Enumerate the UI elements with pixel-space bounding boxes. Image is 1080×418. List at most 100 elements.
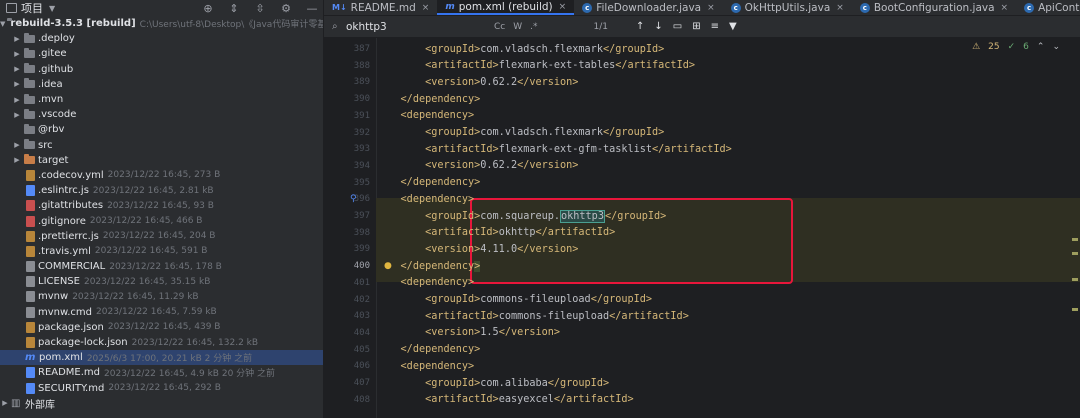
project-panel-header[interactable]: 项目 ▼ ⊕ ⇕ ⇳ ⚙ —: [0, 0, 323, 16]
code-line[interactable]: <artifactId> easyexcel </artifactId>: [376, 391, 1080, 408]
tree-file[interactable]: mvnw 2023/12/22 16:45, 11.29 kB: [0, 289, 323, 304]
code-line[interactable]: <dependency>: [376, 191, 1080, 208]
line-number[interactable]: 406: [324, 358, 376, 375]
tree-file[interactable]: package.json 2023/12/22 16:45, 439 B: [0, 320, 323, 335]
editor-tab[interactable]: c FileDownloader.java ×: [574, 0, 722, 15]
collapse-all-icon[interactable]: ⇳: [253, 1, 267, 15]
tree-file[interactable]: m pom.xml 2025/6/3 17:00, 20.21 kB 2 分钟 之前: [0, 350, 323, 366]
tree-file[interactable]: README.md 2023/12/22 16:45, 4.9 kB 20 分钟 …: [0, 365, 323, 380]
regex-toggle[interactable]: .*: [530, 22, 537, 32]
bulb-icon[interactable]: ●: [384, 261, 392, 271]
close-icon[interactable]: ×: [559, 2, 567, 12]
tree-file[interactable]: .codecov.yml 2023/12/22 16:45, 273 B: [0, 168, 323, 183]
minimize-icon[interactable]: —: [305, 1, 319, 15]
code-line[interactable]: <groupId> commons-fileupload </groupId>: [376, 291, 1080, 308]
line-number[interactable]: 408: [324, 391, 376, 408]
chevron-right-icon[interactable]: ▶: [12, 141, 22, 149]
gear-icon[interactable]: ⚙: [279, 1, 293, 15]
chevron-down-icon[interactable]: ▼: [49, 4, 55, 13]
chevron-down-icon[interactable]: ⌄: [1052, 42, 1060, 52]
line-number[interactable]: 403: [324, 308, 376, 325]
tree-file[interactable]: .travis.yml 2023/12/22 16:45, 591 B: [0, 244, 323, 259]
stripe-mark[interactable]: [1072, 308, 1078, 311]
search-input[interactable]: [346, 20, 486, 33]
editor-tab[interactable]: c OkHttpUtils.java ×: [723, 0, 852, 15]
chevron-right-icon[interactable]: ▶: [12, 111, 22, 119]
error-stripe[interactable]: [1070, 38, 1080, 418]
tree-folder[interactable]: ▶ .github: [0, 62, 323, 77]
code-line[interactable]: <artifactId> flexmark-ext-gfm-tasklist </a…: [376, 141, 1080, 158]
code-line[interactable]: <artifactId> okhttp </artifactId>: [376, 224, 1080, 241]
line-number[interactable]: 404: [324, 325, 376, 342]
line-number[interactable]: 402: [324, 291, 376, 308]
maven-dependency-icon[interactable]: ⚲: [350, 194, 357, 204]
tree-file[interactable]: COMMERCIAL 2023/12/22 16:45, 178 B: [0, 259, 323, 274]
whole-word-toggle[interactable]: W: [513, 22, 522, 32]
tree-folder[interactable]: ▶ src: [0, 138, 323, 153]
tree-folder[interactable]: ▶ target: [0, 153, 323, 168]
arrow-down-icon[interactable]: ↓: [654, 21, 662, 32]
tree-file[interactable]: LICENSE 2023/12/22 16:45, 35.15 kB: [0, 274, 323, 289]
tree-folder[interactable]: ▶ .mvn: [0, 92, 323, 107]
chevron-right-icon[interactable]: ▶: [12, 96, 22, 104]
code-line[interactable]: <version> 0.62.2 </version>: [376, 158, 1080, 175]
stripe-mark[interactable]: [1072, 278, 1078, 281]
code-line[interactable]: <groupId> com.alibaba </groupId>: [376, 375, 1080, 392]
line-number[interactable]: 395: [324, 174, 376, 191]
tree-folder[interactable]: ▶ .deploy: [0, 31, 323, 46]
code-line[interactable]: <dependency>: [376, 358, 1080, 375]
inspection-widget[interactable]: ⚠ 25 ✓ 6 ⌃ ⌄: [972, 42, 1060, 52]
locate-icon[interactable]: ⊕: [201, 1, 215, 15]
line-number[interactable]: 405: [324, 341, 376, 358]
editor-tab[interactable]: cApiContext.java×: [1016, 0, 1080, 15]
tree-external-libraries[interactable]: ▶ ▥ 外部库: [0, 396, 323, 411]
tree-folder[interactable]: ▶ .idea: [0, 77, 323, 92]
code-line[interactable]: <groupId> com.vladsch.flexmark </groupId>: [376, 124, 1080, 141]
multiline-icon[interactable]: ≡: [711, 21, 719, 32]
line-number[interactable]: 390: [324, 91, 376, 108]
code-area[interactable]: <dependency> <groupId>com.vladsch.flexma…: [376, 38, 1080, 418]
chevron-right-icon[interactable]: ▶: [0, 399, 10, 407]
match-case-toggle[interactable]: Cc: [494, 22, 505, 32]
tree-folder[interactable]: ▶ .vscode: [0, 107, 323, 122]
code-line[interactable]: </dependency>: [376, 91, 1080, 108]
search-icon[interactable]: ⌕: [332, 21, 346, 32]
add-selection-icon[interactable]: ⊞: [692, 21, 700, 32]
editor-tab[interactable]: M↓ README.md ×: [324, 0, 437, 15]
close-icon[interactable]: ×: [707, 3, 715, 13]
line-number[interactable]: 400: [324, 258, 376, 275]
line-number[interactable]: 407: [324, 375, 376, 392]
stripe-mark[interactable]: [1072, 252, 1078, 255]
chevron-right-icon[interactable]: ▶: [12, 65, 22, 73]
tree-file[interactable]: .gitattributes 2023/12/22 16:45, 93 B: [0, 198, 323, 213]
close-icon[interactable]: ×: [1001, 3, 1009, 13]
arrow-up-icon[interactable]: ↑: [636, 21, 644, 32]
tree-file[interactable]: package-lock.json 2023/12/22 16:45, 132.2…: [0, 335, 323, 350]
code-line[interactable]: <dependency>: [376, 108, 1080, 125]
editor-tab[interactable]: c BootConfiguration.java ×: [852, 0, 1016, 15]
tree-file[interactable]: .gitignore 2023/12/22 16:45, 466 B: [0, 213, 323, 228]
code-line[interactable]: <version> 0.62.2 </version>: [376, 74, 1080, 91]
stripe-mark[interactable]: [1072, 238, 1078, 241]
line-number[interactable]: 391: [324, 108, 376, 125]
line-number[interactable]: 399: [324, 241, 376, 258]
close-icon[interactable]: ×: [836, 3, 844, 13]
line-number[interactable]: 398: [324, 224, 376, 241]
tree-folder[interactable]: @rbv: [0, 122, 323, 137]
editor-tab[interactable]: m pom.xml (rebuild) ×: [437, 0, 575, 15]
tree-file[interactable]: SECURITY.md 2023/12/22 16:45, 292 B: [0, 381, 323, 396]
chevron-right-icon[interactable]: ▶: [12, 156, 22, 164]
tree-folder[interactable]: ▶ .gitee: [0, 46, 323, 61]
code-line[interactable]: </dependency>: [376, 174, 1080, 191]
code-line[interactable]: <groupId> com.squareup. okhttp3 </groupId>: [376, 208, 1080, 225]
tree-file[interactable]: .prettierrc.js 2023/12/22 16:45, 204 B: [0, 229, 323, 244]
line-number[interactable]: 392: [324, 124, 376, 141]
line-number[interactable]: 387: [324, 41, 376, 58]
chevron-right-icon[interactable]: ▶: [12, 50, 22, 58]
code-line[interactable]: <version> 4.11.0 </version>: [376, 241, 1080, 258]
chevron-up-icon[interactable]: ⌃: [1037, 42, 1045, 52]
select-all-icon[interactable]: ▭: [673, 21, 682, 32]
tree-file[interactable]: mvnw.cmd 2023/12/22 16:45, 7.59 kB: [0, 305, 323, 320]
filter-icon[interactable]: ▼: [729, 21, 737, 32]
line-number[interactable]: 389: [324, 74, 376, 91]
